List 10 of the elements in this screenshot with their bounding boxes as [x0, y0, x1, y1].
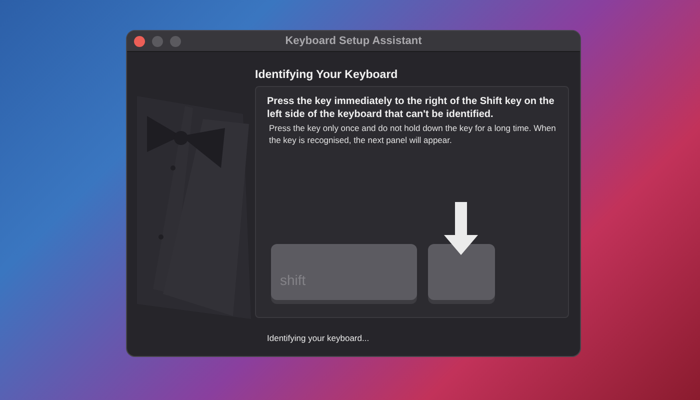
detail-text: Press the key only once and do not hold down the key for a long time. When the key is recognised, the next panel will appear. [269, 123, 557, 146]
down-arrow-icon [444, 202, 478, 255]
minimize-button[interactable] [152, 36, 163, 46]
window-title: Keyboard Setup Assistant [284, 35, 423, 47]
instruction-text: Press the key immediately to the right of the Shift key on the left side of the keyboard that can't be identified. [267, 96, 556, 121]
zoom-button[interactable] [170, 36, 181, 46]
keyboard-key [428, 244, 495, 300]
status-text: Identifying your keyboard... [266, 333, 370, 343]
section-heading: Identifying Your Keyboard [255, 69, 399, 83]
close-button[interactable] [134, 36, 145, 46]
